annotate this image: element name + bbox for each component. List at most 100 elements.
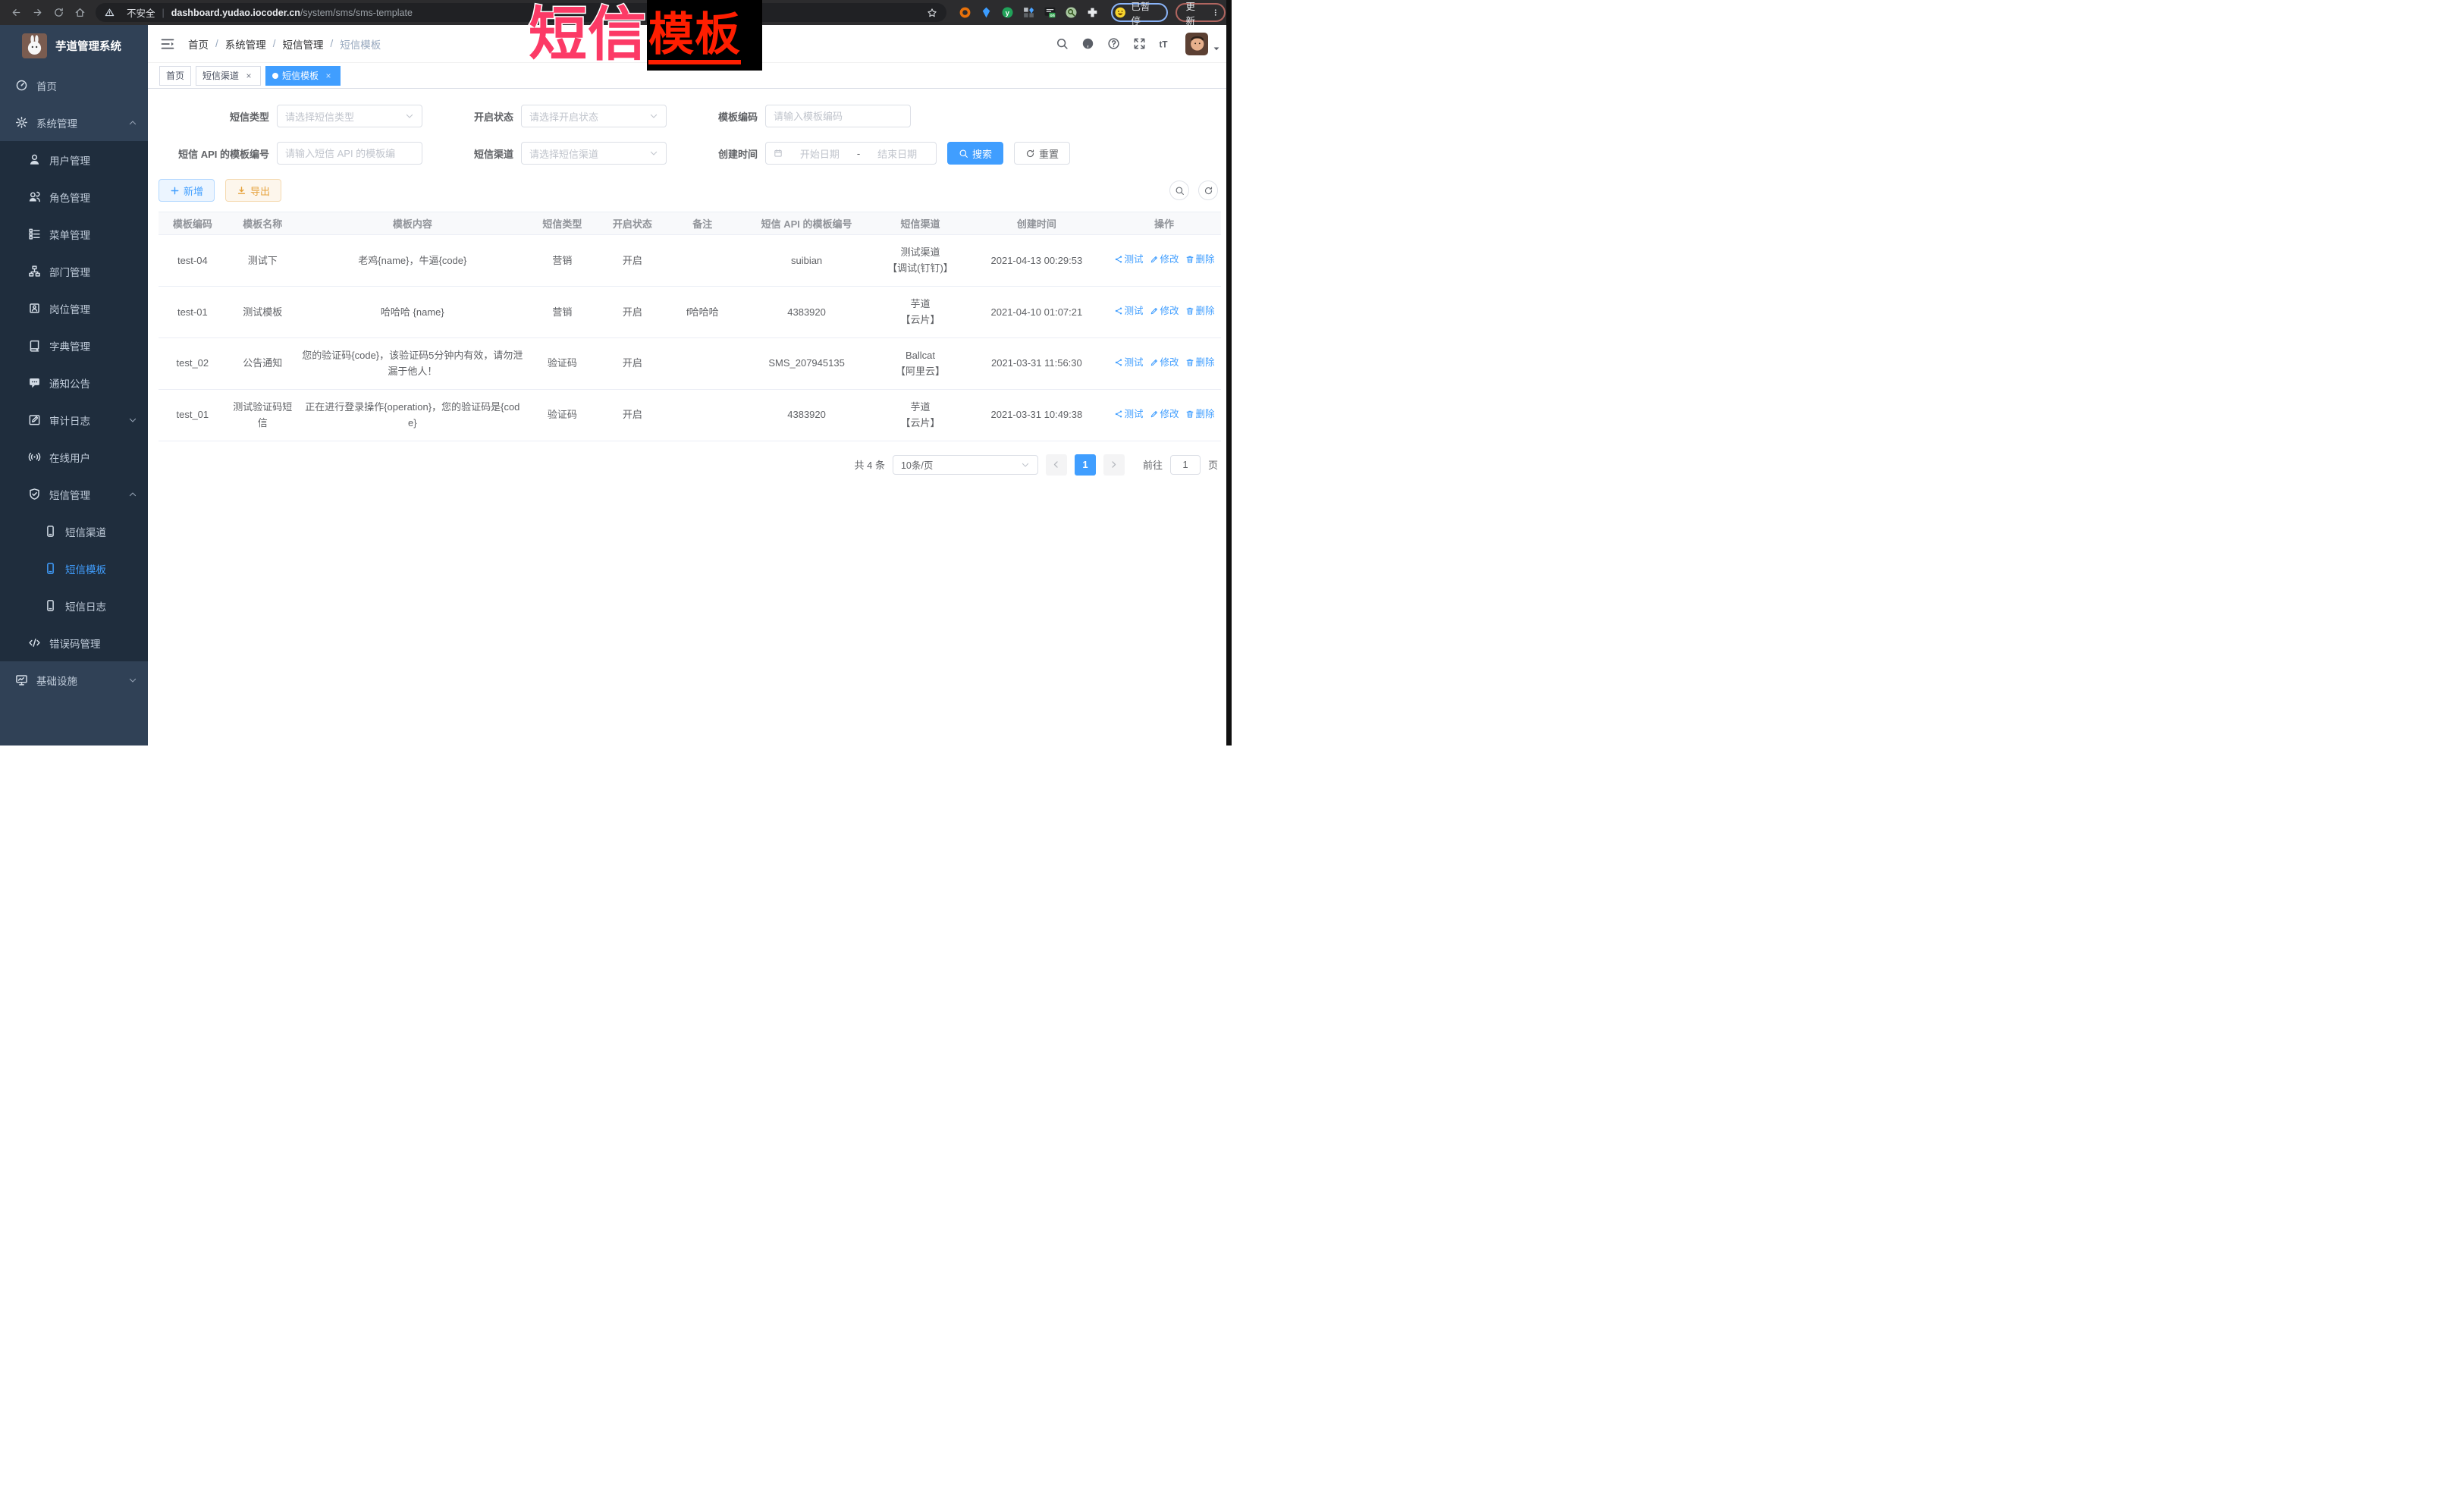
test-link[interactable]: 测试 bbox=[1114, 355, 1144, 371]
chevron-down-icon bbox=[128, 416, 137, 425]
filter-row: 短信 API 的模板编号短信渠道请选择短信渠道创建时间开始日期-结束日期搜索重置 bbox=[159, 142, 1221, 165]
top-navbar: 首页/系统管理/短信管理/短信模板 tT bbox=[148, 25, 1232, 63]
search-button[interactable]: 搜索 bbox=[947, 142, 1003, 165]
sidebar-item-online-user[interactable]: 在线用户 bbox=[0, 438, 148, 476]
share-icon bbox=[1114, 410, 1123, 419]
browser-profile-chip[interactable]: 已暂停 bbox=[1111, 3, 1168, 22]
sidebar-item-sms-channel[interactable]: 短信渠道 bbox=[0, 513, 148, 550]
delete-link[interactable]: 删除 bbox=[1185, 252, 1215, 268]
bookmark-star-icon[interactable] bbox=[927, 8, 937, 18]
create-time-daterange[interactable]: 开始日期-结束日期 bbox=[765, 142, 937, 165]
sidebar-item-dept-mgmt[interactable]: 部门管理 bbox=[0, 253, 148, 290]
sidebar-item-error-code-mgmt[interactable]: 错误码管理 bbox=[0, 624, 148, 661]
breadcrumb-separator: / bbox=[215, 38, 218, 49]
chevron-up-icon bbox=[128, 490, 137, 499]
caret-down-icon[interactable] bbox=[1212, 44, 1221, 53]
search-icon[interactable] bbox=[1049, 25, 1075, 63]
cell-api: SMS_207945135 bbox=[739, 337, 874, 389]
reload-icon[interactable] bbox=[49, 3, 68, 23]
fullscreen-icon[interactable] bbox=[1126, 25, 1152, 63]
api-template-id-input[interactable] bbox=[278, 143, 422, 164]
breadcrumb-separator: / bbox=[331, 38, 334, 49]
sidebar-item-dict-mgmt[interactable]: 字典管理 bbox=[0, 327, 148, 364]
test-link[interactable]: 测试 bbox=[1114, 303, 1144, 319]
reset-button[interactable]: 重置 bbox=[1014, 142, 1070, 165]
tab-home[interactable]: 首页 bbox=[159, 66, 191, 86]
delete-link[interactable]: 删除 bbox=[1185, 303, 1215, 319]
edit-link[interactable]: 修改 bbox=[1150, 355, 1179, 371]
user-avatar[interactable] bbox=[1185, 33, 1208, 55]
sidebar-item-user-mgmt[interactable]: 用户管理 bbox=[0, 141, 148, 178]
tab-sms-template[interactable]: 短信模板× bbox=[265, 66, 341, 86]
column-header-name: 模板名称 bbox=[227, 212, 299, 235]
cell-type: 营销 bbox=[526, 235, 598, 287]
green-y-extension-icon[interactable]: y bbox=[1001, 6, 1014, 19]
edit-link[interactable]: 修改 bbox=[1150, 406, 1179, 422]
back-arrow-icon[interactable] bbox=[6, 3, 26, 23]
blue-gem-extension-icon[interactable] bbox=[980, 6, 993, 19]
kebab-menu-icon[interactable] bbox=[1211, 6, 1220, 19]
next-page-button[interactable] bbox=[1103, 454, 1125, 476]
filter-item-create-time: 创建时间开始日期-结束日期 bbox=[667, 142, 937, 165]
edit-link[interactable]: 修改 bbox=[1150, 303, 1179, 319]
template-code-label: 模板编码 bbox=[667, 109, 758, 124]
sms-channel-select[interactable]: 请选择短信渠道 bbox=[521, 142, 667, 165]
sidebar-item-sms-log[interactable]: 短信日志 bbox=[0, 587, 148, 624]
page-size-select[interactable]: 10条/页 bbox=[893, 455, 1038, 475]
sidebar-item-sms-mgmt[interactable]: 短信管理 bbox=[0, 476, 148, 513]
sidebar-item-system-mgmt[interactable]: 系统管理 bbox=[0, 104, 148, 141]
orange-ring-extension-icon[interactable] bbox=[959, 6, 971, 19]
forward-arrow-icon[interactable] bbox=[27, 3, 47, 23]
search-icon-button[interactable] bbox=[1169, 180, 1189, 200]
page-number-button[interactable]: 1 bbox=[1075, 454, 1096, 476]
sidebar-item-menu-mgmt[interactable]: 菜单管理 bbox=[0, 215, 148, 253]
template-code-input[interactable] bbox=[766, 105, 910, 127]
prev-page-button[interactable] bbox=[1046, 454, 1067, 476]
menu-fold-icon[interactable] bbox=[160, 36, 175, 52]
puzzle-extension-icon[interactable] bbox=[1086, 6, 1099, 19]
browser-update-button[interactable]: 更新 bbox=[1176, 3, 1226, 22]
close-icon[interactable]: × bbox=[323, 71, 334, 81]
test-link[interactable]: 测试 bbox=[1114, 252, 1144, 268]
sidebar-item-label: 岗位管理 bbox=[49, 301, 90, 316]
delete-link[interactable]: 删除 bbox=[1185, 406, 1215, 422]
tabs-on-extension-icon[interactable]: on bbox=[1044, 6, 1056, 19]
export-button[interactable]: 导出 bbox=[225, 179, 281, 202]
sidebar-item-home[interactable]: 首页 bbox=[0, 67, 148, 104]
breadcrumb-item[interactable]: 短信管理 bbox=[283, 36, 324, 52]
grid-extension-icon[interactable] bbox=[1022, 6, 1035, 19]
end-date-placeholder: 结束日期 bbox=[866, 146, 928, 161]
goto-page-input[interactable] bbox=[1170, 455, 1201, 475]
close-icon[interactable]: × bbox=[243, 71, 254, 81]
breadcrumb: 首页/系统管理/短信管理/短信模板 bbox=[188, 36, 381, 52]
sms-template-table: 模板编码模板名称模板内容短信类型开启状态备注短信 API 的模板编号短信渠道创建… bbox=[159, 212, 1221, 441]
add-button[interactable]: 新增 bbox=[159, 179, 215, 202]
test-link[interactable]: 测试 bbox=[1114, 406, 1144, 422]
github-icon[interactable] bbox=[1075, 25, 1100, 63]
breadcrumb-item[interactable]: 系统管理 bbox=[225, 36, 266, 52]
angle-left-icon bbox=[1052, 460, 1060, 469]
sidebar-item-sms-template[interactable]: 短信模板 bbox=[0, 550, 148, 587]
sidebar-item-infrastructure[interactable]: 基础设施 bbox=[0, 661, 148, 698]
edit-link[interactable]: 修改 bbox=[1150, 252, 1179, 268]
app-logo-row[interactable]: 芋道管理系统 bbox=[0, 25, 148, 67]
security-status[interactable]: 不安全 bbox=[105, 5, 155, 20]
tab-sms-channel[interactable]: 短信渠道× bbox=[196, 66, 261, 86]
delete-link[interactable]: 删除 bbox=[1185, 355, 1215, 371]
breadcrumb-item[interactable]: 首页 bbox=[188, 36, 209, 52]
question-icon[interactable] bbox=[1100, 25, 1126, 63]
search-person-extension-icon[interactable] bbox=[1065, 6, 1078, 19]
home-icon[interactable] bbox=[70, 3, 89, 23]
font-size-icon[interactable]: tT bbox=[1152, 25, 1178, 63]
sidebar-item-role-mgmt[interactable]: 角色管理 bbox=[0, 178, 148, 215]
refresh-icon-button[interactable] bbox=[1198, 180, 1218, 200]
search-form: 短信类型请选择短信类型开启状态请选择开启状态模板编码短信 API 的模板编号短信… bbox=[159, 105, 1221, 165]
sidebar-item-notice[interactable]: 通知公告 bbox=[0, 364, 148, 401]
message-icon bbox=[28, 376, 41, 389]
sidebar-item-audit-log[interactable]: 审计日志 bbox=[0, 401, 148, 438]
page-content: 短信类型请选择短信类型开启状态请选择开启状态模板编码短信 API 的模板编号短信… bbox=[148, 89, 1232, 746]
sidebar-item-post-mgmt[interactable]: 岗位管理 bbox=[0, 290, 148, 327]
open-status-select[interactable]: 请选择开启状态 bbox=[521, 105, 667, 127]
address-bar[interactable]: 不安全 | dashboard.yudao.iocoder.cn/system/… bbox=[96, 3, 946, 22]
sms-type-select[interactable]: 请选择短信类型 bbox=[277, 105, 422, 127]
